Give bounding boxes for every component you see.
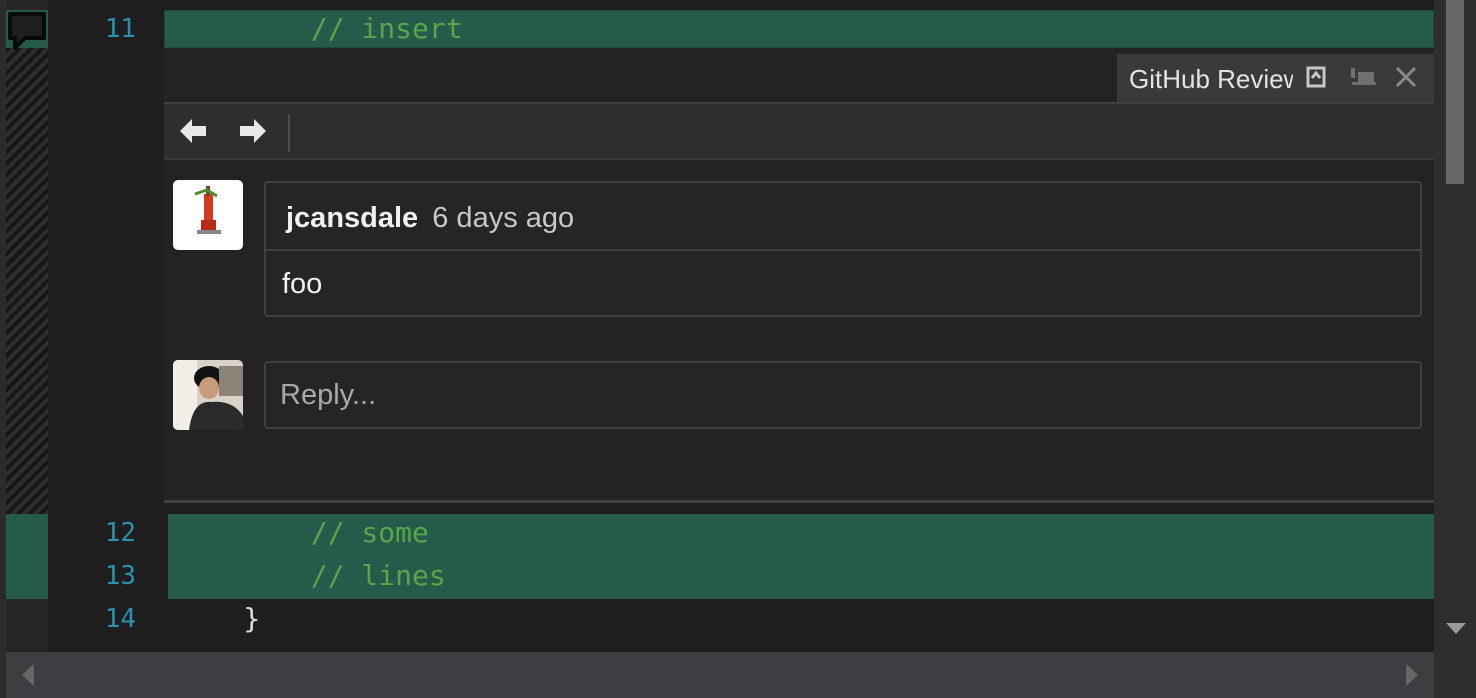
close-icon[interactable] [1393,64,1419,90]
avatar [173,360,243,430]
line-number: 13 [104,561,136,591]
avatar[interactable] [173,180,243,250]
comment-card: jcansdale 6 days ago foo [264,181,1422,317]
line-number: 11 [104,14,136,44]
scroll-left-icon[interactable] [18,662,38,688]
comment-author[interactable]: jcansdale [286,202,418,234]
code-line: // insert [176,12,463,45]
arrow-right-icon[interactable] [236,116,268,146]
code-line: // lines [176,559,446,592]
peek-divider [164,500,1434,503]
arrow-left-icon[interactable] [178,116,210,146]
scrollbar-corner [1434,652,1476,698]
vertical-scrollbar[interactable] [1434,0,1476,652]
peek-tab-title: GitHub Review [1129,64,1293,94]
line-number: 12 [104,518,136,548]
horizontal-scrollbar[interactable] [6,652,1434,698]
code-line: } [176,602,261,635]
peek-tab[interactable]: GitHub Review [1117,54,1434,102]
comment-timestamp: 6 days ago [432,202,575,234]
toolbar-separator [288,114,290,152]
peek-toolbar [164,104,1434,160]
line-number: 14 [104,604,136,634]
reply-input[interactable] [264,361,1422,429]
promote-icon[interactable] [1303,64,1329,90]
scrollbar-thumb[interactable] [1446,0,1464,184]
comment-icon[interactable] [7,10,47,52]
pin-icon[interactable] [1349,64,1377,90]
peek-margin-hatch [6,48,48,514]
code-line: // some [176,516,429,549]
margin-added-marker [6,514,48,599]
scroll-down-icon[interactable] [1444,620,1468,636]
comment-body: foo [282,268,323,300]
comment-header: jcansdale 6 days ago [266,183,1420,251]
scroll-right-icon[interactable] [1402,662,1422,688]
